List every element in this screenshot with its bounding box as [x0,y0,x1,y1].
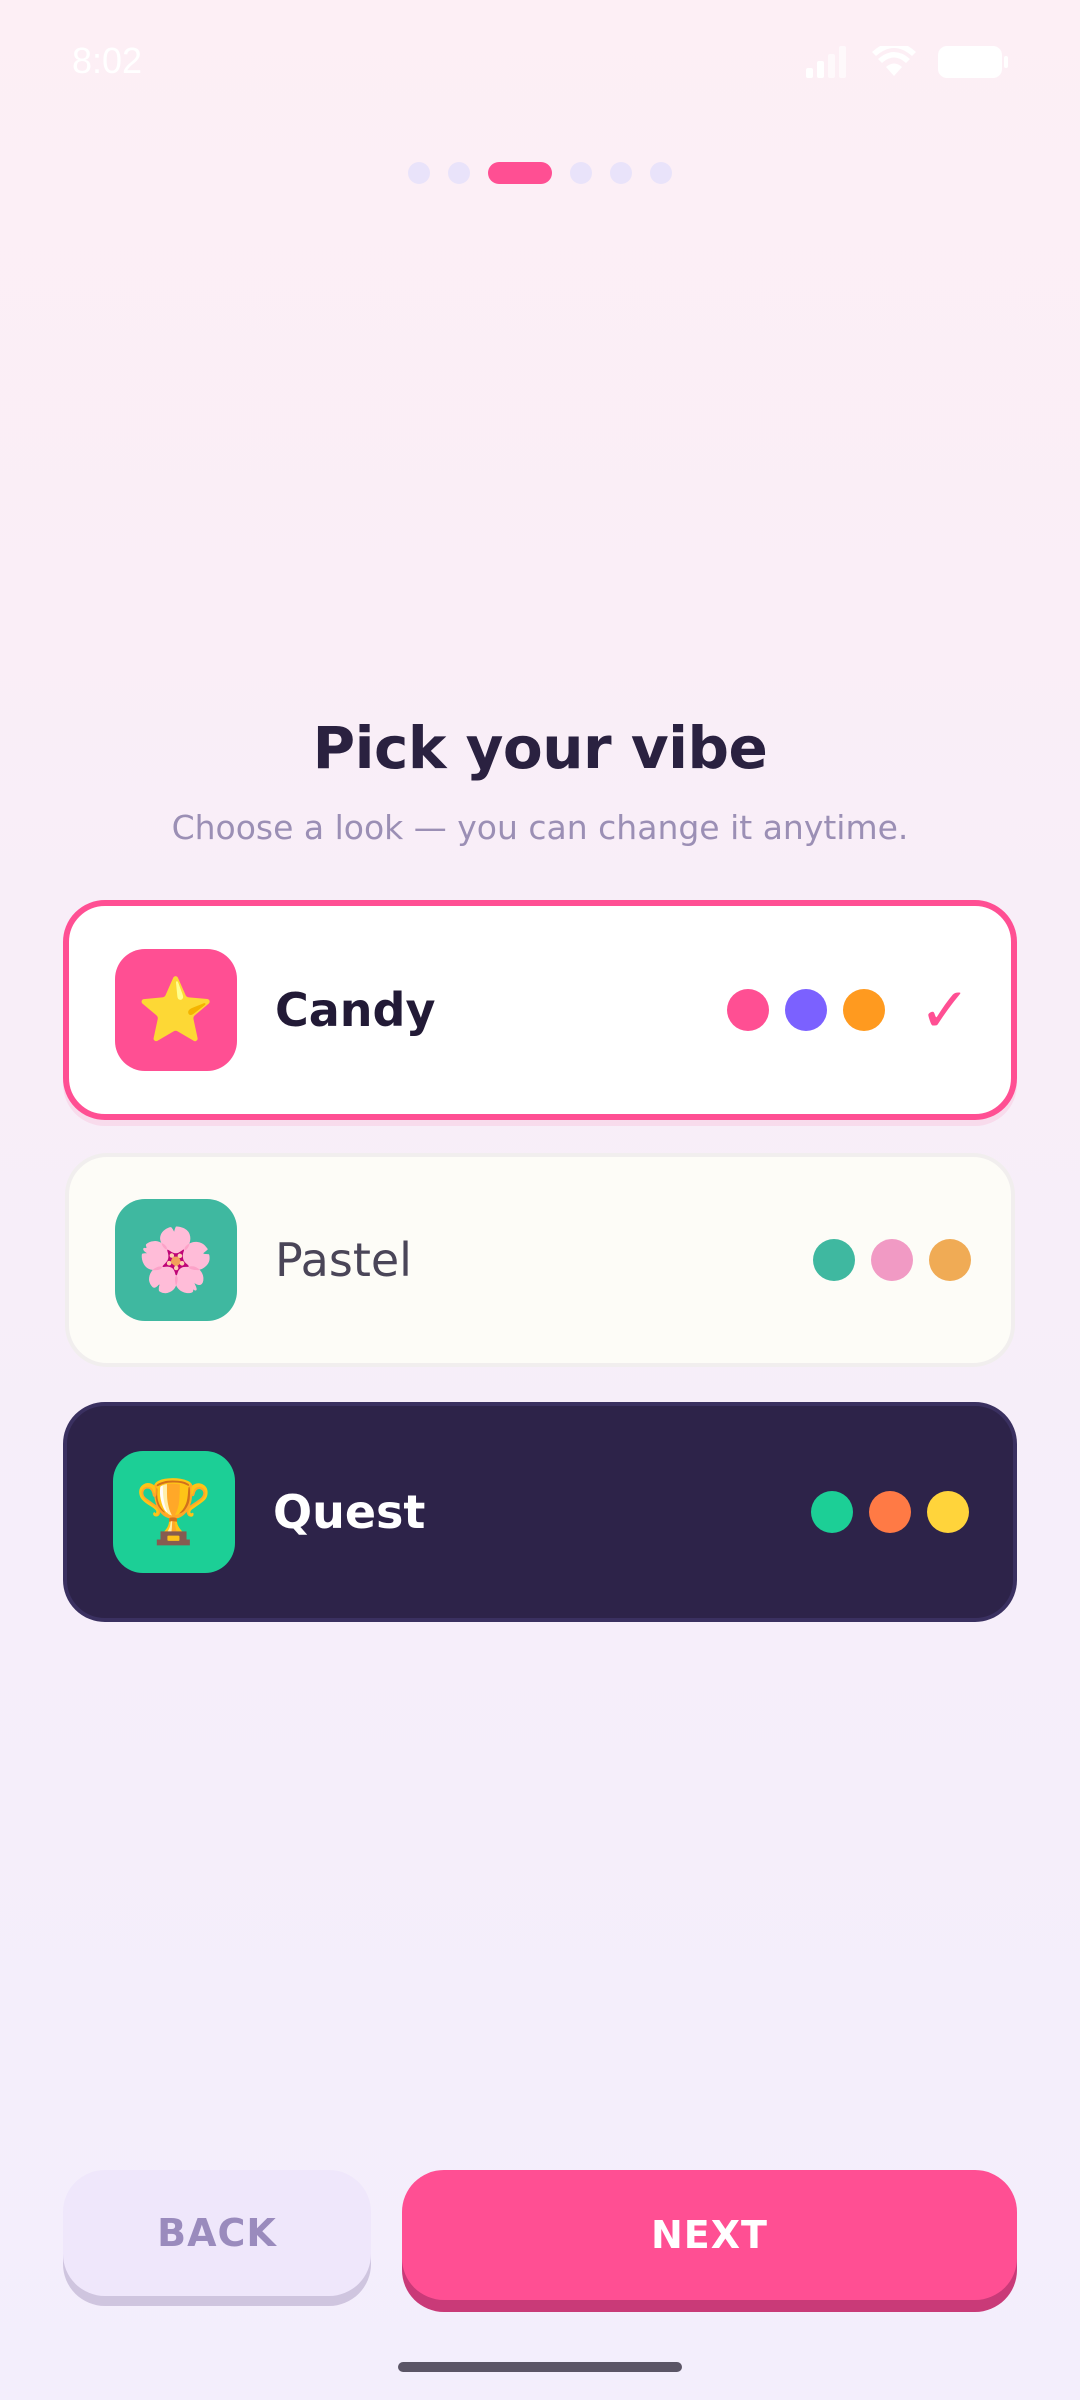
onboarding-progress [0,162,1080,184]
status-bar: 8:02 [0,0,1080,130]
wifi-icon [872,46,916,76]
page-title: Pick your vibe [312,714,768,782]
theme-option-pastel[interactable]: 🌸 Pastel [65,1153,1015,1367]
color-swatch [927,1491,969,1533]
checkmark-icon: ✓ [919,973,971,1047]
star-icon: ⭐ [115,949,237,1071]
color-swatch [929,1239,971,1281]
color-swatch [811,1491,853,1533]
theme-option-quest[interactable]: 🏆 Quest [63,1402,1017,1622]
status-icons [806,46,1008,78]
progress-dot [650,162,672,184]
color-swatches-pastel [813,1239,971,1281]
progress-dot-active [488,162,552,184]
battery-icon [938,46,1008,78]
trophy-icon: 🏆 [113,1451,235,1573]
signal-icon [806,46,846,78]
progress-dot [448,162,470,184]
progress-dot [408,162,430,184]
color-swatch [813,1239,855,1281]
cherry-blossom-icon: 🌸 [115,1199,237,1321]
color-swatch [871,1239,913,1281]
progress-dot [570,162,592,184]
page-subtitle: Choose a look — you can change it anytim… [171,808,909,847]
theme-label-pastel: Pastel [275,1233,412,1287]
back-button[interactable]: BACK [63,2170,371,2296]
color-swatch [843,989,885,1031]
theme-option-candy[interactable]: ⭐ Candy ✓ [63,900,1017,1120]
next-button[interactable]: NEXT [402,2170,1017,2300]
color-swatches-candy [727,989,885,1031]
color-swatch [869,1491,911,1533]
status-time: 8:02 [72,40,143,81]
theme-label-quest: Quest [273,1485,426,1539]
color-swatch [727,989,769,1031]
home-indicator[interactable] [398,2362,682,2372]
theme-label-candy: Candy [275,983,436,1037]
color-swatches-quest [811,1491,969,1533]
progress-dot [610,162,632,184]
color-swatch [785,989,827,1031]
